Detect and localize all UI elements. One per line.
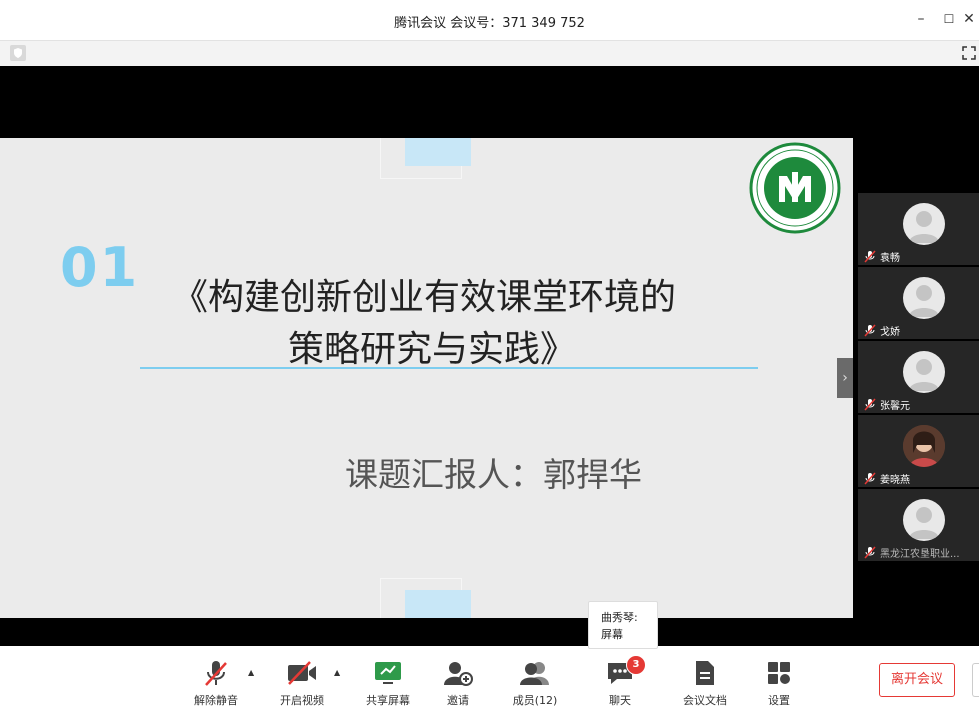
slide-number: 01 xyxy=(60,236,140,299)
participant-tile[interactable]: 袁畅 xyxy=(858,193,979,265)
video-off-icon xyxy=(267,658,337,688)
leave-meeting-button[interactable]: 离开会议 xyxy=(879,663,955,697)
settings-label: 设置 xyxy=(768,694,790,707)
meeting-toolbar: 解除静音 ▲ 开启视频 ▲ 共享屏幕 邀请 成员(12) 聊天 会议文档 设置 … xyxy=(0,646,979,714)
muted-mic-icon xyxy=(864,248,876,263)
maximize-button[interactable]: ☐ xyxy=(940,10,958,28)
window-title: 腾讯会议 会议号：371 349 752 xyxy=(394,16,585,31)
tooltip-message: 屏幕 xyxy=(601,628,623,641)
close-button[interactable]: ✕ xyxy=(960,10,978,28)
start-video-label: 开启视频 xyxy=(280,694,324,707)
share-screen-label: 共享屏幕 xyxy=(366,694,410,707)
share-screen-button[interactable]: 共享屏幕 xyxy=(353,658,423,708)
muted-mic-icon xyxy=(864,322,876,337)
participant-name: 姜晓燕 xyxy=(880,475,910,486)
muted-mic-icon xyxy=(864,544,876,559)
settings-grid-icon xyxy=(744,658,814,688)
shield-icon[interactable] xyxy=(10,45,26,61)
avatar xyxy=(903,277,945,319)
meeting-info-bar xyxy=(0,40,979,68)
members-icon xyxy=(500,658,570,688)
minimize-button[interactable]: – xyxy=(912,10,930,28)
audio-options-caret[interactable]: ▲ xyxy=(248,668,254,677)
document-icon xyxy=(670,658,740,688)
title-bar: 腾讯会议 会议号：371 349 752 – ☐ ✕ xyxy=(0,0,979,40)
title-underline xyxy=(140,367,758,369)
unmute-label: 解除静音 xyxy=(194,694,238,707)
muted-mic-icon xyxy=(864,396,876,411)
slide-title-line2: 策略研究与实践》 xyxy=(288,329,577,370)
slide-title-line1: 《构建创新创业有效课堂环境的 xyxy=(172,277,677,318)
participant-name: 袁畅 xyxy=(880,253,900,264)
avatar xyxy=(903,499,945,541)
participant-tile[interactable]: 姜晓燕 xyxy=(858,415,979,487)
participant-name: 戈娇 xyxy=(880,327,900,338)
participant-tile[interactable]: 黑龙江农垦职业... xyxy=(858,489,979,561)
chat-preview-tooltip[interactable]: 曲秀琴: 屏幕 xyxy=(588,601,658,649)
participant-name: 张馨元 xyxy=(880,401,910,412)
meeting-docs-button[interactable]: 会议文档 xyxy=(670,658,740,708)
tooltip-sender: 曲秀琴: xyxy=(601,611,638,624)
share-screen-icon xyxy=(353,658,423,688)
invite-button[interactable]: 邀请 xyxy=(423,658,493,708)
side-handle[interactable] xyxy=(972,663,979,697)
video-options-caret[interactable]: ▲ xyxy=(334,668,340,677)
add-user-icon xyxy=(423,658,493,688)
chat-label: 聊天 xyxy=(609,694,631,707)
chat-unread-badge: 3 xyxy=(626,655,646,675)
shared-screen: 01 《构建创新创业有效课堂环境的 策略研究与实践》 课题汇报人：郭捍华 xyxy=(0,138,853,618)
participant-name: 黑龙江农垦职业... xyxy=(880,549,960,560)
participant-tile[interactable]: 张馨元 xyxy=(858,341,979,413)
slide-reporter: 课题汇报人：郭捍华 xyxy=(345,455,642,494)
avatar-photo xyxy=(903,425,945,467)
invite-label: 邀请 xyxy=(447,694,469,707)
meeting-docs-label: 会议文档 xyxy=(683,694,727,707)
decorative-block xyxy=(405,138,471,166)
avatar xyxy=(903,351,945,393)
unmute-button[interactable]: 解除静音 xyxy=(181,658,251,708)
start-video-button[interactable]: 开启视频 xyxy=(267,658,337,708)
members-button[interactable]: 成员(12) xyxy=(500,658,570,708)
settings-button[interactable]: 设置 xyxy=(744,658,814,708)
muted-mic-icon xyxy=(181,658,251,688)
fullscreen-icon[interactable] xyxy=(961,45,977,61)
muted-mic-icon xyxy=(864,470,876,485)
collapse-panel-button[interactable]: › xyxy=(837,358,853,398)
decorative-block-bottom xyxy=(405,590,471,618)
college-logo xyxy=(749,142,841,234)
avatar xyxy=(903,203,945,245)
participant-tile[interactable]: 戈娇 xyxy=(858,267,979,339)
members-label: 成员(12) xyxy=(512,694,558,707)
